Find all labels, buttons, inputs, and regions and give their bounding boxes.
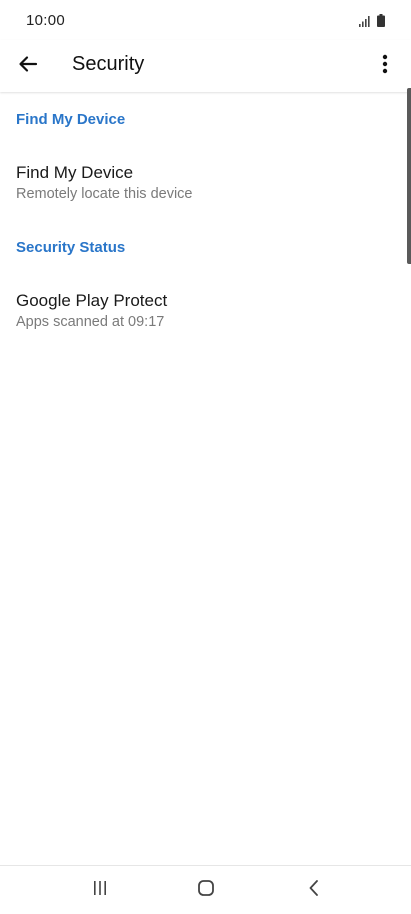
- signal-icon: [359, 15, 371, 27]
- nav-back-button[interactable]: [284, 866, 344, 914]
- home-button[interactable]: [176, 866, 236, 914]
- scroll-indicator[interactable]: [407, 88, 411, 264]
- section-header-security-status: Security Status: [16, 238, 126, 256]
- app-bar: Security: [0, 40, 411, 92]
- item-title: Find My Device: [16, 163, 134, 182]
- recents-button[interactable]: [70, 866, 130, 914]
- settings-list: Find My Device Find My Device Remotely l…: [0, 93, 411, 349]
- item-title: Google Play Protect: [16, 291, 168, 310]
- home-icon: [197, 879, 215, 902]
- arrow-back-icon: [18, 54, 38, 79]
- list-item-google-play-protect[interactable]: Google Play Protect Apps scanned at 09:1…: [0, 273, 411, 349]
- settings-screen: 10:00 Security Find My Device Find My De…: [0, 0, 411, 914]
- more-options-button[interactable]: [367, 48, 403, 84]
- item-subtitle: Remotely locate this device: [16, 186, 193, 202]
- status-bar: 10:00: [0, 0, 411, 40]
- battery-icon: [377, 14, 385, 27]
- more-vertical-icon: [382, 54, 388, 79]
- navigation-bar: [0, 865, 411, 914]
- page-title: Security: [72, 53, 145, 75]
- recents-icon: [92, 880, 108, 901]
- status-time: 10:00: [26, 12, 66, 29]
- item-subtitle: Apps scanned at 09:17: [16, 314, 165, 330]
- nav-back-icon: [307, 879, 321, 902]
- back-button[interactable]: [10, 48, 46, 84]
- list-item-find-my-device[interactable]: Find My Device Remotely locate this devi…: [0, 145, 411, 221]
- status-icons: [359, 13, 385, 27]
- section-header-find-my-device: Find My Device: [16, 110, 126, 128]
